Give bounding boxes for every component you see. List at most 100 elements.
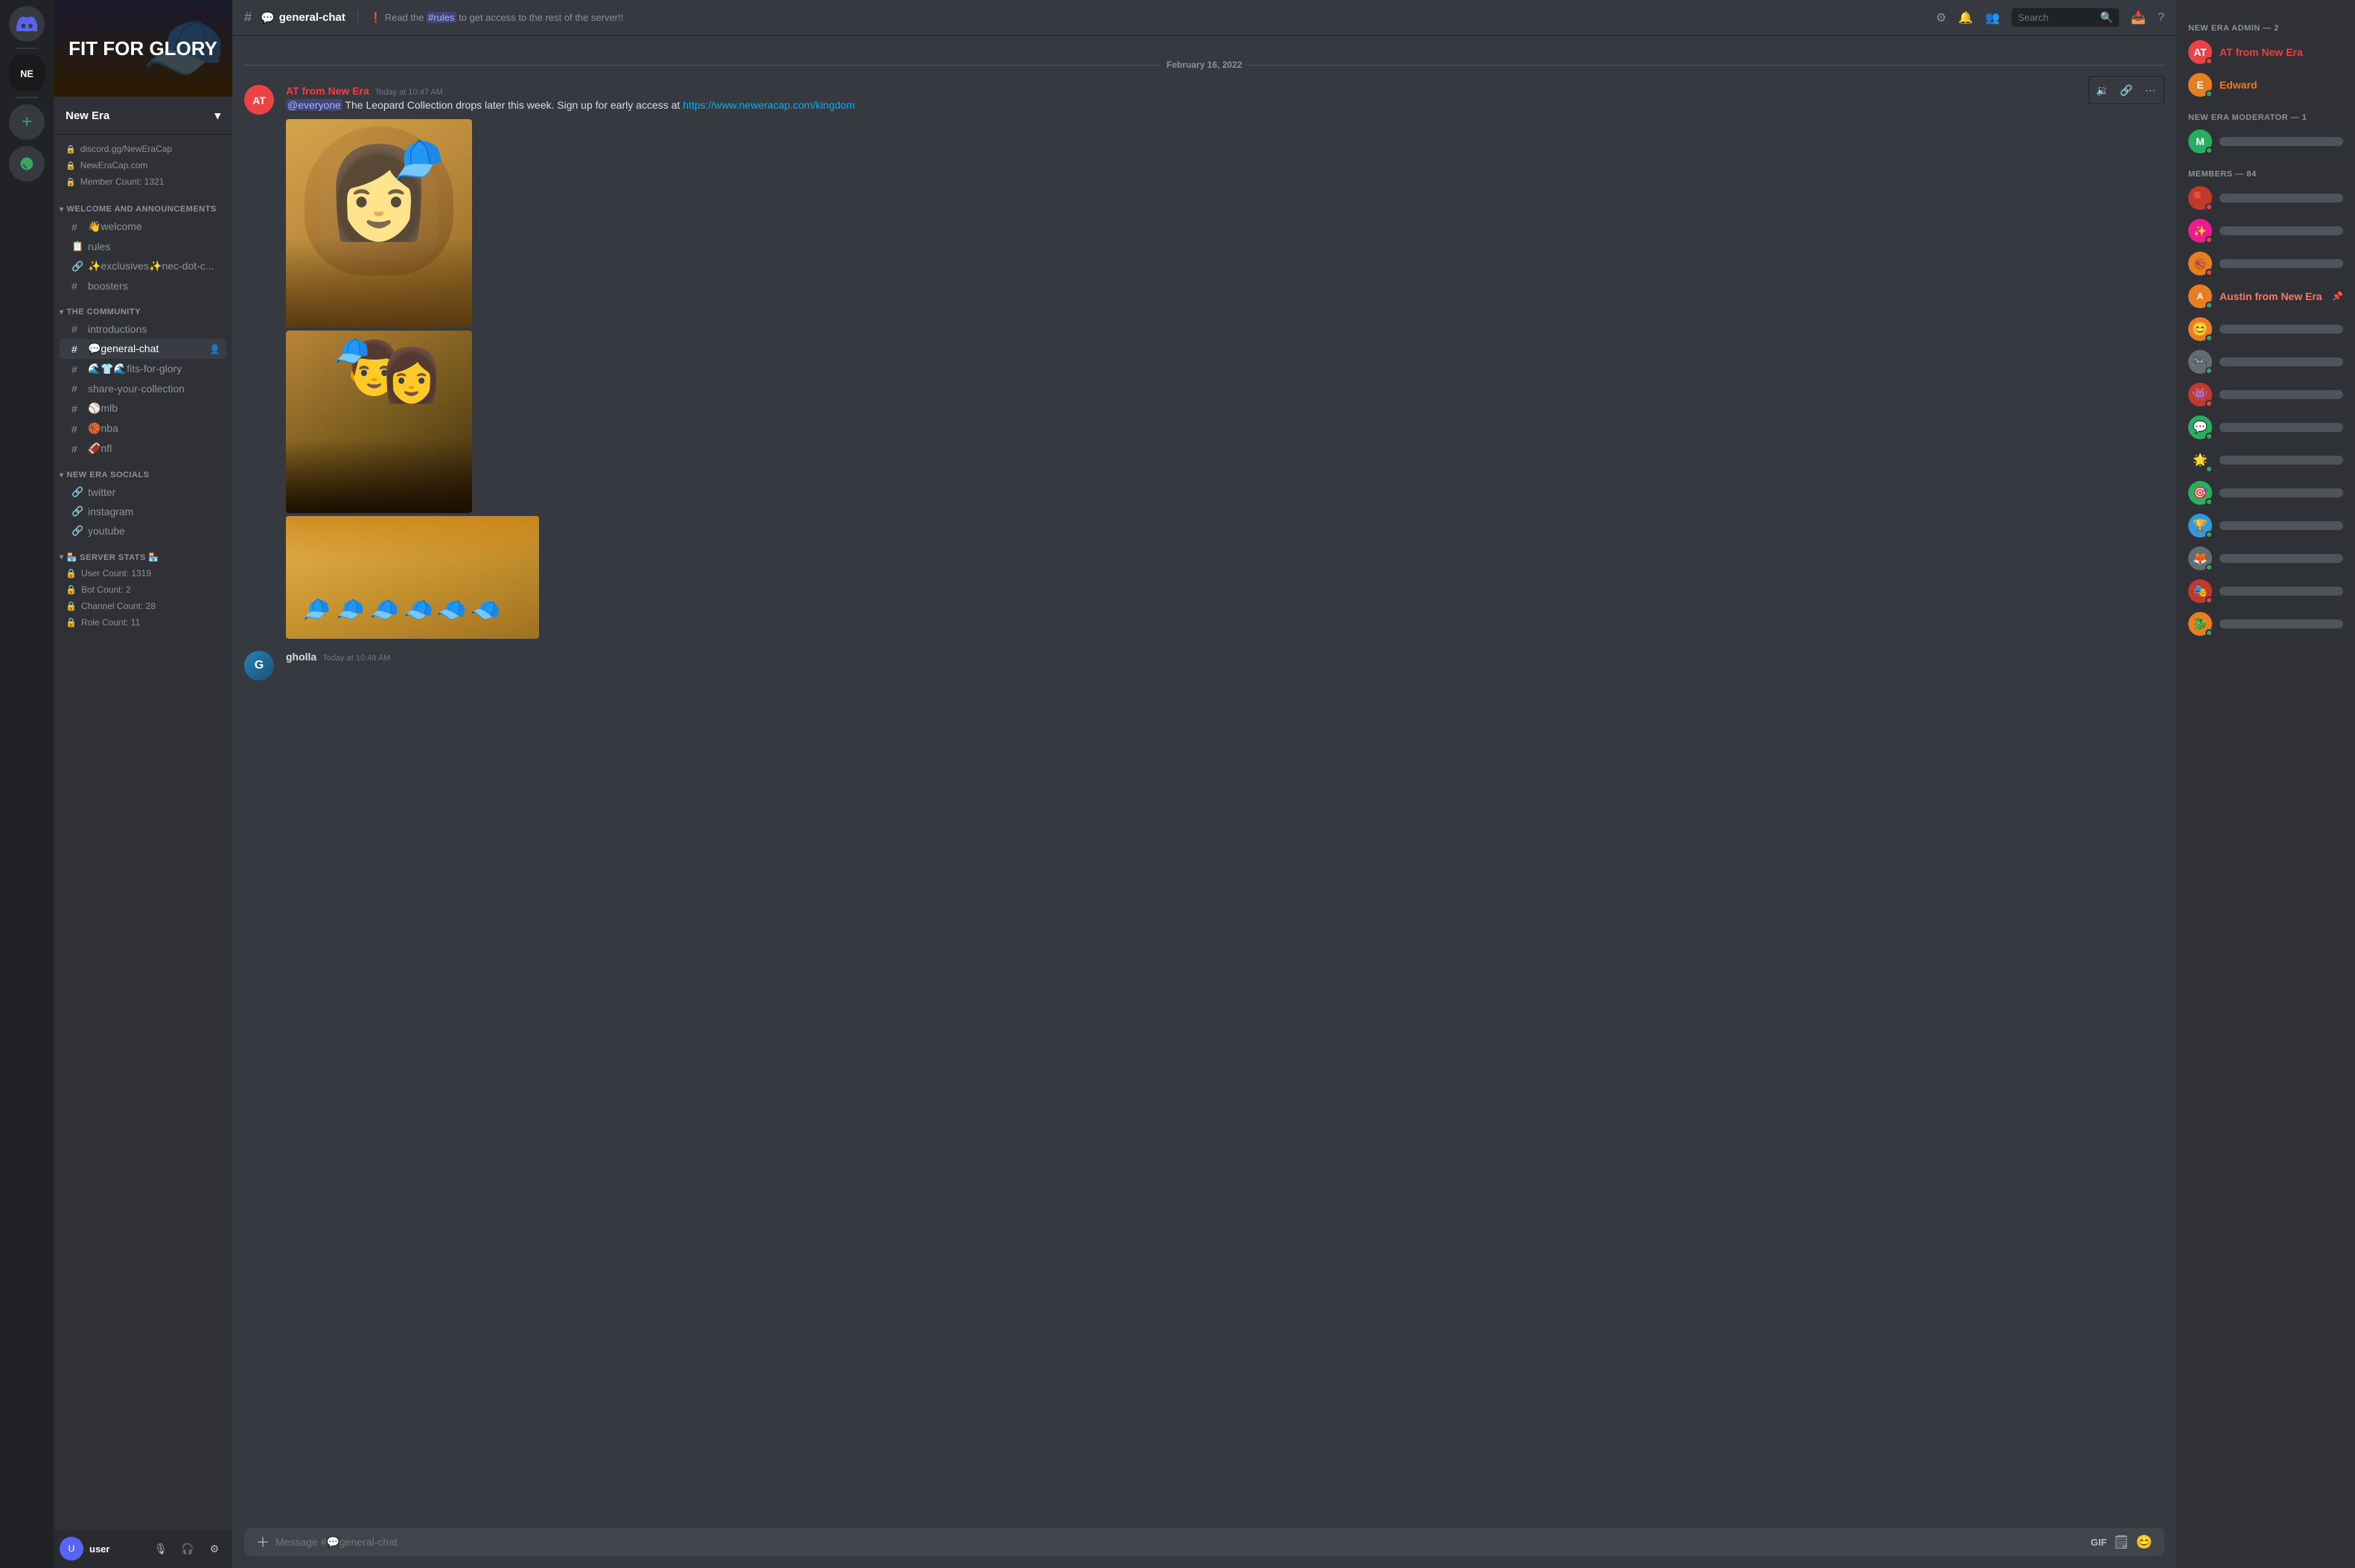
emoji-button[interactable]: 😊 <box>2136 1534 2152 1550</box>
channel-fits[interactable]: # 🌊👕🌊fits-for-glory <box>60 359 226 379</box>
member-8-avatar: 💬 <box>2188 415 2212 439</box>
member-12[interactable]: 🦊 <box>2182 542 2349 575</box>
link-copy-button[interactable]: 🔗 <box>2116 80 2137 101</box>
deafen-button[interactable]: 🎧 <box>176 1537 200 1561</box>
member-6[interactable]: 🎮 <box>2182 345 2349 378</box>
channel-nfl[interactable]: # 🏈nfl <box>60 439 226 459</box>
member-7[interactable]: 👾 <box>2182 378 2349 411</box>
channel-introductions[interactable]: # introductions <box>60 319 226 339</box>
settings-button[interactable]: ⚙ <box>203 1537 226 1561</box>
sticker-button[interactable]: 🗒 <box>2113 1534 2130 1550</box>
member-edward[interactable]: E Edward <box>2182 68 2349 101</box>
channel-nba[interactable]: # 🏀nba <box>60 418 226 439</box>
stat-role-count: 🔒 Role Count: 11 <box>54 614 232 631</box>
hashgear-icon[interactable]: ⚙ <box>1936 10 1946 25</box>
member-9[interactable]: 🌟 <box>2182 444 2349 477</box>
channel-boosters[interactable]: # boosters <box>60 276 226 296</box>
category-welcome[interactable]: ▾ WELCOME AND ANNOUNCEMENTS <box>54 193 232 217</box>
lock-icon-stat4: 🔒 <box>66 617 77 628</box>
help-icon[interactable]: ? <box>2158 11 2164 25</box>
user-controls: 🎙 🎧 ⚙ <box>149 1537 226 1561</box>
inbox-icon[interactable]: 📥 <box>2131 10 2146 25</box>
search-input[interactable] <box>2018 12 2094 23</box>
member-3[interactable]: 🏀 <box>2182 247 2349 280</box>
member-13[interactable]: 🎭 <box>2182 575 2349 608</box>
server-header[interactable]: New Era ▾ <box>54 97 232 135</box>
date-text: February 16, 2022 <box>1167 60 1242 70</box>
members-category-mod: NEW ERA MODERATOR — 1 <box>2182 101 2349 125</box>
member-11-status <box>2205 531 2213 538</box>
member-7-status <box>2205 400 2213 407</box>
lock-icon: 🔒 <box>66 144 76 154</box>
member-edward-avatar: E <box>2188 73 2212 97</box>
discord-home-icon[interactable] <box>9 6 45 42</box>
category-socials[interactable]: ▾ NEW ERA SOCIALS <box>54 459 232 482</box>
member-5[interactable]: 😊 <box>2182 313 2349 345</box>
cap-image-2: 👨 🧢 👩 <box>286 331 472 513</box>
member-10-name <box>2219 488 2343 497</box>
member-10[interactable]: 🎯 <box>2182 477 2349 509</box>
member-8[interactable]: 💬 <box>2182 411 2349 444</box>
hash-icon-mlb: # <box>71 403 83 415</box>
gholla-message-timestamp: Today at 10:48 AM <box>322 654 390 663</box>
gholla-author-name: gholla <box>286 651 316 663</box>
message-input[interactable] <box>275 1528 2085 1556</box>
channel-mlb[interactable]: # ⚾mlb <box>60 398 226 418</box>
hash-icon-nba: # <box>71 423 83 435</box>
server-sidebar: NE + <box>0 0 54 1568</box>
server-member-count: 🔒 Member Count: 1321 <box>54 173 232 190</box>
channel-share-collection[interactable]: # share-your-collection <box>60 379 226 398</box>
member-2[interactable]: ✨ <box>2182 214 2349 247</box>
member-13-avatar: 🎭 <box>2188 579 2212 603</box>
member-austin[interactable]: A Austin from New Era 📌 <box>2182 280 2349 313</box>
gif-button[interactable]: GIF <box>2091 1537 2107 1548</box>
more-options-button[interactable]: ⋯ <box>2140 80 2161 101</box>
member-5-status <box>2205 334 2213 342</box>
search-bar[interactable]: 🔍 <box>2012 8 2119 27</box>
channel-exclusives[interactable]: 🔗 ✨exclusives✨nec-dot-c... <box>60 256 226 276</box>
member-at[interactable]: AT AT from New Era <box>2182 36 2349 68</box>
member-11-avatar: 🏆 <box>2188 514 2212 538</box>
members-icon[interactable]: 👥 <box>1985 10 2000 25</box>
channel-general-chat[interactable]: # 💬general-chat 👤 <box>60 339 226 359</box>
react-button[interactable]: 🔉 <box>2092 80 2113 101</box>
channel-youtube[interactable]: 🔗 youtube <box>60 521 226 541</box>
svg-text:NE: NE <box>20 68 34 79</box>
member-mod-1[interactable]: M <box>2182 125 2349 158</box>
at-message-body: @everyone The Leopard Collection drops l… <box>286 98 2164 113</box>
category-chevron: ▾ <box>60 205 64 214</box>
member-austin-avatar: A <box>2188 284 2212 308</box>
member-2-name <box>2219 226 2343 235</box>
mute-button[interactable]: 🎙 <box>149 1537 173 1561</box>
channel-welcome[interactable]: # 👋welcome <box>60 217 226 237</box>
plus-button[interactable]: ＋ <box>256 1532 270 1552</box>
chevron-down-icon: ▾ <box>214 109 220 122</box>
channel-instagram[interactable]: 🔗 instagram <box>60 502 226 521</box>
channel-twitter[interactable]: 🔗 twitter <box>60 482 226 502</box>
search-icon: 🔍 <box>2100 11 2113 24</box>
at-message-text: The Leopard Collection drops later this … <box>345 99 683 111</box>
member-6-name <box>2219 357 2343 366</box>
member-1-status <box>2205 203 2213 211</box>
member-13-status <box>2205 596 2213 604</box>
leopard-link[interactable]: https://www.neweracap.com/kingdom <box>683 99 855 111</box>
member-austin-status <box>2205 302 2213 309</box>
category-stats[interactable]: ▾ 🏪 SERVER STATS 🏪 <box>54 541 232 565</box>
explore-servers-button[interactable] <box>9 146 45 182</box>
member-1[interactable] <box>2182 182 2349 214</box>
server-icon-new-era[interactable]: NE <box>9 55 45 91</box>
member-11[interactable]: 🏆 <box>2182 509 2349 542</box>
hash-icon-general: # <box>71 343 83 355</box>
category-chevron-3: ▾ <box>60 471 64 479</box>
current-user-avatar: U <box>60 1537 83 1561</box>
member-at-status <box>2205 57 2213 65</box>
notification-bell-icon[interactable]: 🔔 <box>1958 10 1973 25</box>
add-server-button[interactable]: + <box>9 104 45 140</box>
member-at-name: AT from New Era <box>2219 46 2343 58</box>
rules-link[interactable]: #rules <box>427 12 456 23</box>
member-1-avatar <box>2188 186 2212 210</box>
member-14[interactable]: 🐉 <box>2182 608 2349 640</box>
channel-rules[interactable]: 📋 rules <box>60 237 226 256</box>
category-community[interactable]: ▾ THE COMMUNITY <box>54 296 232 319</box>
header-actions: ⚙ 🔔 👥 🔍 📥 ? <box>1936 8 2164 27</box>
